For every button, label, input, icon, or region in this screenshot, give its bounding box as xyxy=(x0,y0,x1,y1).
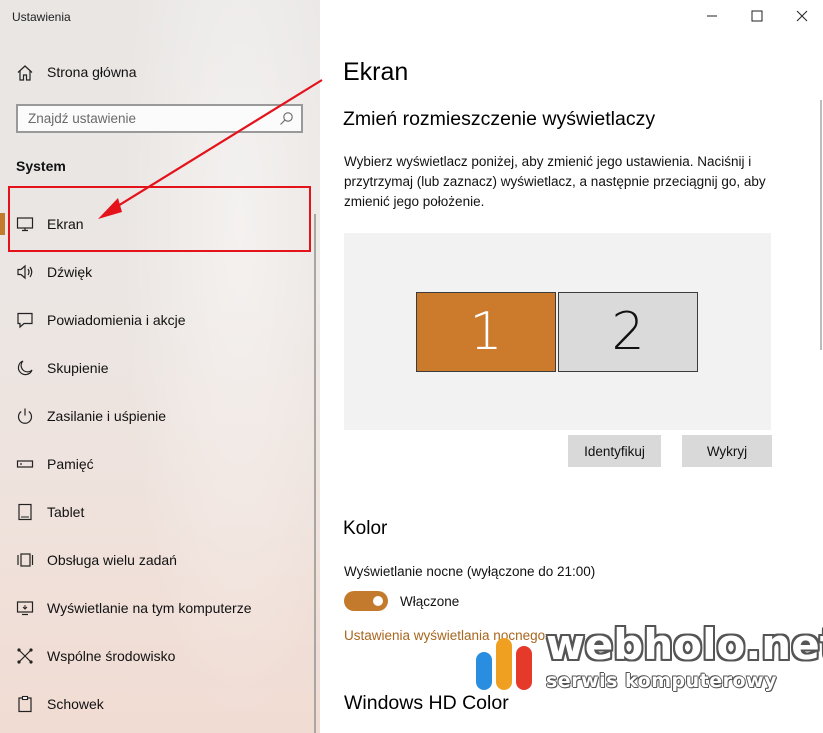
sidebar-item-clipboard[interactable]: Schowek xyxy=(0,680,320,728)
window-title: Ustawienia xyxy=(12,10,71,24)
night-light-state: Włączone xyxy=(400,594,460,609)
sidebar-home-label: Strona główna xyxy=(47,64,137,80)
search-icon xyxy=(279,111,294,126)
minimize-icon[interactable] xyxy=(700,4,724,28)
display-arrangement-area[interactable]: 1 2 xyxy=(344,233,771,430)
sidebar-item-sound[interactable]: Dźwięk xyxy=(0,248,320,296)
sidebar-nav: Ekran Dźwięk Powiadomienia i akcje Skupi… xyxy=(0,200,320,728)
power-icon xyxy=(16,407,34,425)
detect-button[interactable]: Wykryj xyxy=(682,435,772,467)
arrange-heading: Zmień rozmieszczenie wyświetlaczy xyxy=(343,108,656,130)
sidebar-item-label: Wyświetlanie na tym komputerze xyxy=(47,600,252,616)
search-input[interactable]: Znajdź ustawienie xyxy=(16,104,303,133)
watermark-tagline: serwis komputerowy xyxy=(546,670,777,692)
watermark: webholo.net serwis komputerowy xyxy=(470,618,823,698)
sidebar-item-label: Zasilanie i uśpienie xyxy=(47,408,167,424)
sidebar-item-label: Powiadomienia i akcje xyxy=(47,312,186,328)
speaker-icon xyxy=(16,263,34,281)
sidebar-item-notifications[interactable]: Powiadomienia i akcje xyxy=(0,296,320,344)
sidebar-item-power[interactable]: Zasilanie i uśpienie xyxy=(0,392,320,440)
color-heading: Kolor xyxy=(343,518,388,539)
sidebar-item-label: Tablet xyxy=(47,504,85,520)
multitasking-icon xyxy=(16,551,34,569)
sidebar-item-label: Schowek xyxy=(47,696,104,712)
sidebar-item-tablet[interactable]: Tablet xyxy=(0,488,320,536)
section-heading: System xyxy=(16,158,66,174)
page-title: Ekran xyxy=(343,58,409,86)
display-1[interactable]: 1 xyxy=(416,292,556,372)
sidebar-item-focus[interactable]: Skupienie xyxy=(0,344,320,392)
maximize-icon[interactable] xyxy=(745,4,769,28)
arrange-description: Wybierz wyświetlacz poniżej, aby zmienić… xyxy=(344,154,766,209)
sidebar-item-project[interactable]: Wyświetlanie na tym komputerze xyxy=(0,584,320,632)
night-light-label: Wyświetlanie nocne (wyłączone do 21:00) xyxy=(344,564,596,579)
sidebar-item-label: Dźwięk xyxy=(47,264,93,280)
project-icon xyxy=(16,599,34,617)
tablet-icon xyxy=(16,503,34,521)
storage-icon xyxy=(16,455,34,473)
sidebar-item-shared[interactable]: Wspólne środowisko xyxy=(0,632,320,680)
sidebar-item-label: Wspólne środowisko xyxy=(47,648,176,664)
close-icon[interactable] xyxy=(790,4,814,28)
display-2[interactable]: 2 xyxy=(558,292,698,372)
sidebar-item-label: Pamięć xyxy=(47,456,94,472)
search-placeholder: Znajdź ustawienie xyxy=(28,111,137,126)
sidebar-item-multitasking[interactable]: Obsługa wielu zadań xyxy=(0,536,320,584)
sidebar-item-storage[interactable]: Pamięć xyxy=(0,440,320,488)
home-icon xyxy=(16,64,34,82)
shared-experiences-icon xyxy=(16,647,34,665)
watermark-brand: webholo.net xyxy=(546,620,823,669)
sidebar-item-label: Skupienie xyxy=(47,360,109,376)
watermark-logo-icon xyxy=(476,638,532,690)
sidebar-scrollbar[interactable] xyxy=(314,214,316,733)
sidebar-item-label: Obsługa wielu zadań xyxy=(47,552,177,568)
sidebar: Ustawienia Strona główna Znajdź ustawien… xyxy=(0,0,320,733)
toggle-knob xyxy=(373,596,383,606)
night-light-toggle[interactable] xyxy=(344,591,388,611)
clipboard-icon xyxy=(16,695,34,713)
identify-button[interactable]: Identyfikuj xyxy=(568,435,661,467)
main-scrollbar[interactable] xyxy=(820,100,822,350)
moon-icon xyxy=(16,359,34,377)
sidebar-item-home[interactable]: Strona główna xyxy=(0,56,320,88)
notification-icon xyxy=(16,311,34,329)
annotation-highlight-box xyxy=(8,186,311,252)
